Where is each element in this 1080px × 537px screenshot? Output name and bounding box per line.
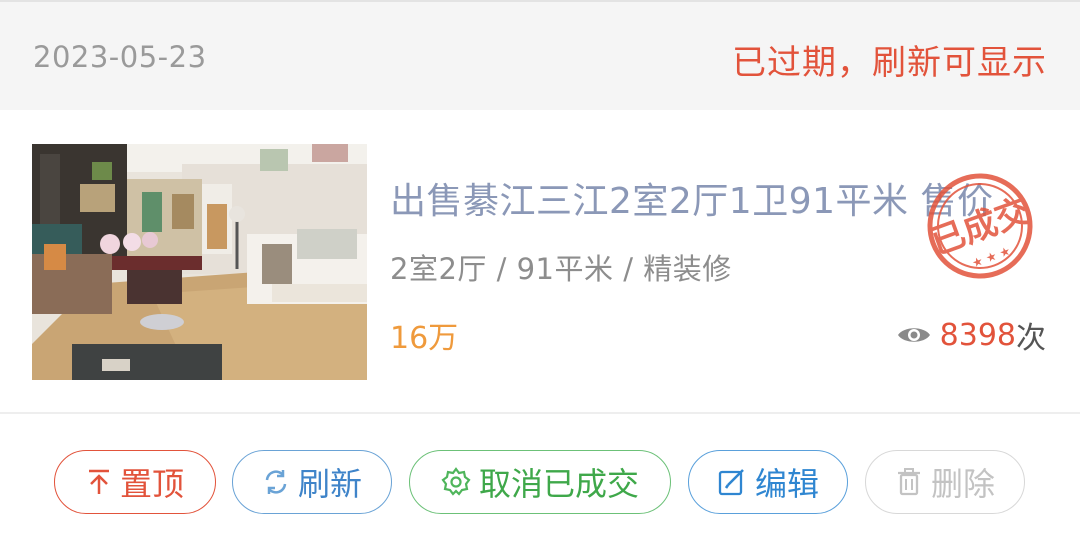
cancel-deal-label: 取消已成交 [478,465,639,503]
trash-icon [897,468,920,496]
pin-top-button[interactable]: 置顶 [54,450,216,514]
listing-header: 2023-05-23 已过期，刷新可显示 [0,2,1080,110]
arrow-up-icon [88,469,109,494]
post-date: 2023-05-23 [33,40,207,74]
view-count-number: 8398 [939,317,1016,353]
refresh-icon [265,470,287,494]
edit-icon [718,469,744,496]
expired-status[interactable]: 已过期，刷新可显示 [732,35,1047,84]
view-count: 8398 次 [897,313,1046,357]
eye-icon [897,328,930,342]
refresh-label: 刷新 [297,465,362,503]
deal-closed-stamp: 已成交 ★ ★ ★ [926,173,1036,279]
cancel-deal-button[interactable]: 取消已成交 [409,450,671,514]
edit-button[interactable]: 编辑 [688,450,848,514]
listing-price: 16万 [390,321,459,356]
stamp-text: 已成交 [926,191,1036,263]
view-count-unit: 次 [1016,321,1046,356]
gear-icon [441,467,471,496]
delete-label: 删除 [930,465,995,503]
edit-label: 编辑 [754,465,819,503]
delete-button[interactable]: 删除 [865,450,1025,514]
refresh-button[interactable]: 刷新 [232,450,392,514]
section-divider [0,412,1080,414]
listing-photo[interactable] [32,144,367,380]
pin-top-label: 置顶 [119,465,184,503]
listing-specs: 2室2厅 / 91平米 / 精装修 [390,252,732,286]
